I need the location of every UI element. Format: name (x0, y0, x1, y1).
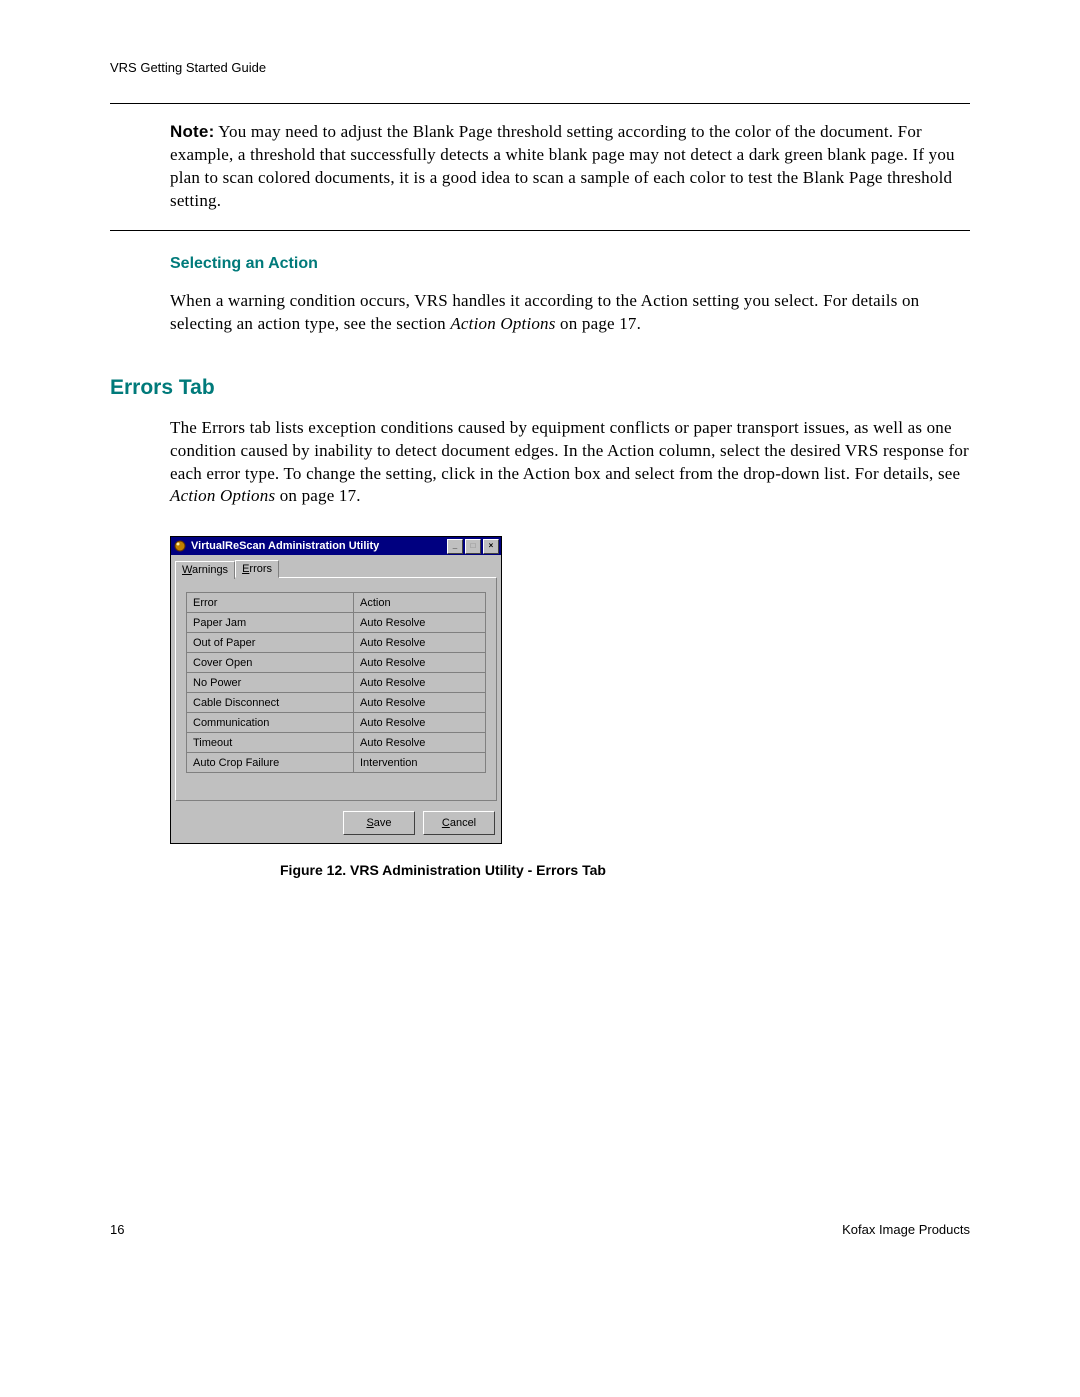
cell-action[interactable]: Auto Resolve (353, 733, 485, 753)
action-options-ref: Action Options (450, 314, 555, 333)
titlebar: VirtualReScan Administration Utility _ □… (171, 537, 501, 555)
text: on page 17. (275, 486, 361, 505)
running-header: VRS Getting Started Guide (110, 60, 970, 75)
text: on page 17. (556, 314, 642, 333)
note-paragraph: Note: You may need to adjust the Blank P… (170, 121, 970, 213)
page-number: 16 (110, 1222, 124, 1237)
cell-action[interactable]: Auto Resolve (353, 693, 485, 713)
cell-error: Cover Open (187, 653, 354, 673)
table-row[interactable]: Out of PaperAuto Resolve (187, 633, 486, 653)
cell-error: Auto Crop Failure (187, 753, 354, 773)
cell-error: Cable Disconnect (187, 693, 354, 713)
cell-error: Paper Jam (187, 613, 354, 633)
cell-action[interactable]: Auto Resolve (353, 633, 485, 653)
tabstrip: Warnings Errors (171, 555, 501, 577)
errors-tab-paragraph: The Errors tab lists exception condition… (170, 417, 970, 509)
action-options-ref: Action Options (170, 486, 275, 505)
figure-dialog: VirtualReScan Administration Utility _ □… (170, 536, 970, 878)
window-title: VirtualReScan Administration Utility (191, 540, 445, 552)
text: The Errors tab lists exception condition… (170, 418, 969, 483)
table-header-row: Error Action (187, 593, 486, 613)
subheading-selecting-action: Selecting an Action (170, 255, 970, 273)
errors-table: Error Action Paper JamAuto Resolve Out o… (186, 592, 486, 773)
footer-brand: Kofax Image Products (842, 1222, 970, 1237)
bottom-rule (110, 230, 970, 231)
maximize-button[interactable]: □ (465, 539, 481, 554)
table-row[interactable]: No PowerAuto Resolve (187, 673, 486, 693)
table-row[interactable]: Cover OpenAuto Resolve (187, 653, 486, 673)
minimize-button[interactable]: _ (447, 539, 463, 554)
button-row: Save Cancel (171, 805, 501, 843)
tab-warnings[interactable]: Warnings (175, 561, 235, 579)
section-heading-errors-tab: Errors Tab (110, 376, 970, 400)
page-footer: 16 Kofax Image Products (110, 1222, 970, 1237)
cell-action[interactable]: Intervention (353, 753, 485, 773)
cell-action[interactable]: Auto Resolve (353, 613, 485, 633)
selecting-action-paragraph: When a warning condition occurs, VRS han… (170, 290, 970, 336)
note-text: You may need to adjust the Blank Page th… (170, 122, 955, 210)
cancel-button[interactable]: Cancel (423, 811, 495, 835)
cell-action[interactable]: Auto Resolve (353, 653, 485, 673)
cell-action[interactable]: Auto Resolve (353, 713, 485, 733)
cell-error: No Power (187, 673, 354, 693)
tabpane-errors: Error Action Paper JamAuto Resolve Out o… (175, 577, 497, 801)
tab-errors[interactable]: Errors (235, 560, 279, 578)
col-error: Error (187, 593, 354, 613)
table-row[interactable]: Cable DisconnectAuto Resolve (187, 693, 486, 713)
figure-caption: Figure 12. VRS Administration Utility - … (280, 862, 970, 878)
cell-error: Out of Paper (187, 633, 354, 653)
app-icon (173, 539, 187, 553)
table-row[interactable]: Auto Crop FailureIntervention (187, 753, 486, 773)
table-row[interactable]: TimeoutAuto Resolve (187, 733, 486, 753)
note-label: Note: (170, 122, 214, 141)
top-rule (110, 103, 970, 104)
cell-error: Communication (187, 713, 354, 733)
save-button[interactable]: Save (343, 811, 415, 835)
cell-error: Timeout (187, 733, 354, 753)
close-button[interactable]: × (483, 539, 499, 554)
admin-utility-window: VirtualReScan Administration Utility _ □… (170, 536, 502, 844)
table-row[interactable]: CommunicationAuto Resolve (187, 713, 486, 733)
table-row[interactable]: Paper JamAuto Resolve (187, 613, 486, 633)
cell-action[interactable]: Auto Resolve (353, 673, 485, 693)
col-action: Action (353, 593, 485, 613)
